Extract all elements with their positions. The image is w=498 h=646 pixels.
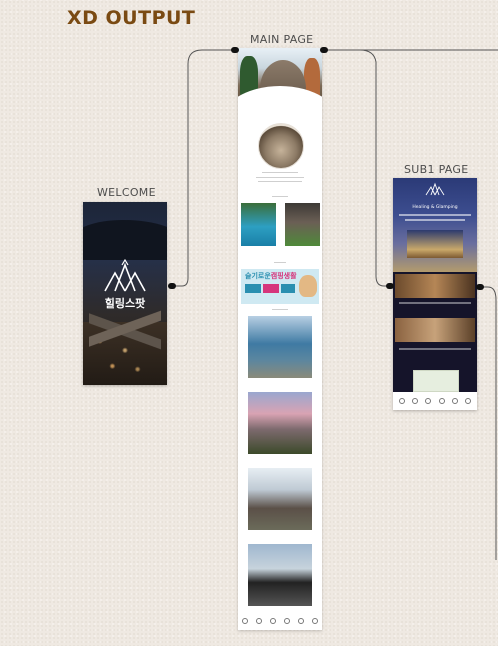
- hero-curve: [238, 86, 322, 126]
- text-line: [399, 302, 471, 304]
- banner-tag: [263, 284, 279, 293]
- promo-banner[interactable]: 슬기로운캠핑생활: [241, 269, 319, 304]
- interior-photo-row[interactable]: [395, 274, 475, 298]
- banner-headline: 슬기로운캠핑생활: [245, 271, 297, 281]
- location-map[interactable]: [413, 370, 459, 392]
- tent-interior-circle-image: [258, 123, 304, 169]
- welcome-artboard-label[interactable]: WELCOME: [97, 186, 156, 199]
- section-heading-line: [272, 309, 288, 310]
- footer-nav-icon[interactable]: [242, 618, 248, 624]
- tent-logo-icon: [425, 182, 445, 196]
- footer-nav-icon[interactable]: [312, 618, 318, 624]
- sunset-field-photo[interactable]: [248, 392, 312, 454]
- footer-nav-icon[interactable]: [399, 398, 405, 404]
- connector-handle[interactable]: [476, 284, 484, 290]
- banner-tag: [281, 284, 295, 293]
- banner-text-a: 슬기로운: [245, 272, 271, 280]
- footer-nav-icon[interactable]: [270, 618, 276, 624]
- page-title: XD OUTPUT: [67, 7, 196, 29]
- pool-thumbnail[interactable]: [241, 203, 276, 246]
- footer-nav-icon[interactable]: [284, 618, 290, 624]
- footer-nav-icon[interactable]: [412, 398, 419, 404]
- connector-handle[interactable]: [231, 47, 239, 53]
- main-page-artboard[interactable]: 슬기로운캠핑생활: [238, 48, 322, 630]
- sub1-page-artboard-label[interactable]: SUB1 PAGE: [404, 163, 469, 176]
- footer-nav-icon[interactable]: [451, 398, 458, 404]
- welcome-app-title: 힐링스팟: [104, 297, 146, 310]
- connector-handle[interactable]: [320, 47, 328, 53]
- main-page-artboard-label[interactable]: MAIN PAGE: [250, 33, 313, 46]
- lawn-thumbnail[interactable]: [285, 203, 320, 246]
- section-heading-line: [272, 196, 288, 197]
- connector-handle[interactable]: [386, 283, 394, 289]
- footer-nav-icon[interactable]: [256, 618, 262, 624]
- sub1-page-artboard[interactable]: Healing & Glamping: [393, 178, 477, 410]
- tent-logo-icon: [104, 259, 146, 292]
- hanok-house-photo[interactable]: [248, 468, 312, 530]
- footer-nav-icon[interactable]: [298, 618, 304, 624]
- banner-tag: [245, 284, 261, 293]
- section-heading-line: [274, 262, 286, 263]
- lake-pier-photo[interactable]: [248, 316, 312, 378]
- footer-nav-icon[interactable]: [438, 398, 445, 404]
- sub1-title: Healing & Glamping: [412, 205, 458, 210]
- main-footer-icon-row: [242, 618, 318, 626]
- steam-train-photo[interactable]: [248, 544, 312, 606]
- text-line: [256, 177, 304, 178]
- interior-photo-row[interactable]: [395, 318, 475, 342]
- connector-handle[interactable]: [168, 283, 176, 289]
- text-line: [399, 214, 471, 216]
- footer-nav-icon[interactable]: [425, 398, 432, 404]
- cabin-roofs: [89, 310, 161, 350]
- text-line: [262, 172, 298, 173]
- mountain-silhouette: [83, 220, 167, 260]
- text-line: [399, 348, 471, 350]
- sub1-footer-icon-row: [399, 398, 471, 404]
- banner-text-b: 캠핑생활: [270, 272, 297, 280]
- welcome-artboard[interactable]: 힐링스팟: [83, 202, 167, 385]
- dog-illustration: [299, 275, 317, 297]
- text-line: [405, 219, 465, 221]
- text-line: [258, 181, 302, 182]
- glamping-tent-image: [407, 230, 463, 258]
- footer-nav-icon[interactable]: [464, 398, 471, 404]
